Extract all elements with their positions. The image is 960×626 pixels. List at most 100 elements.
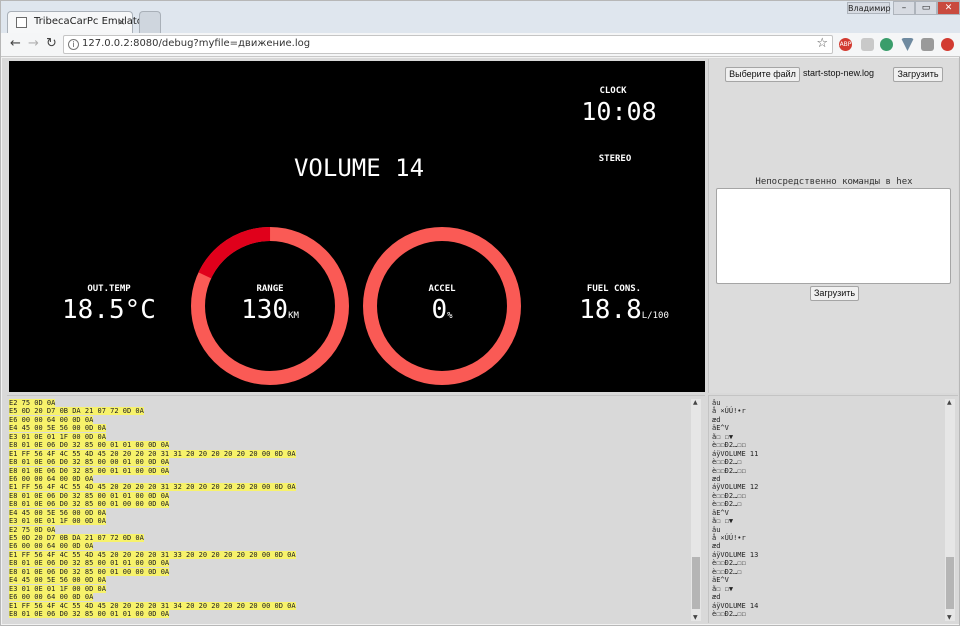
upload-hex-button[interactable]: Загрузить [810,286,859,301]
decoded-log-line: æd [712,415,721,424]
scroll-up-icon[interactable]: ▲ [947,399,952,406]
hex-log-text: E4 45 00 5E 56 00 0D 0A [9,424,106,433]
bookmark-star-icon[interactable]: ☆ [816,36,828,51]
hex-log-text: E8 01 0E 06 D0 32 85 00 01 01 00 0D 0A [9,491,170,500]
hex-log-line: E6 00 00 64 00 0D 0A [9,542,689,551]
decoded-log-line: ã☐ ☐▼ [712,517,734,526]
outtemp-label: OUT.TEMP [87,284,131,294]
page-content: CLOCK 10:08 STEREO VOLUME 14 OUT.TEMP 18… [2,58,959,624]
hex-commands-label: Непосредственно команды в hex [755,177,913,187]
hex-log-text: E5 0D 20 D7 0B DA 21 07 72 0D 0A [9,534,144,542]
back-icon[interactable]: ← [10,36,21,51]
choose-file-button[interactable]: Выберите файл [725,67,800,82]
decoded-log-line: è☐☐Ð2…☐ [712,567,742,576]
volume-display: VOLUME 14 [293,154,425,182]
hex-log-panel[interactable]: E2 75 0D 0A E5 0D 20 D7 0B DA 21 07 72 0D… [7,395,705,623]
range-label: RANGE [256,284,284,294]
hex-log-line: E4 45 00 5E 56 00 0D 0A [9,508,689,517]
hex-log-line: E8 01 0E 06 D0 32 85 00 01 00 00 0D 0A [9,567,689,576]
forward-icon[interactable]: → [28,36,39,51]
scroll-down-icon[interactable]: ▼ [693,614,698,621]
hex-log-text: E2 75 0D 0A [9,525,56,534]
control-panel: Выберите файл start-stop-new.log Загрузи… [708,59,958,393]
page-favicon-icon [16,17,27,28]
hex-log-text: E4 45 00 5E 56 00 0D 0A [9,508,106,517]
hex-log-line: E2 75 0D 0A [9,525,689,534]
decoded-log-line: ã☐ ☐▼ [712,432,734,441]
hex-log-text: E8 01 0E 06 D0 32 85 00 01 01 00 0D 0A [9,609,170,618]
upload-file-button[interactable]: Загрузить [893,67,943,82]
scroll-up-icon[interactable]: ▲ [693,399,698,406]
maximize-button[interactable]: ▭ [915,1,937,15]
decoded-log-line: è☐☐Ð2…☐☐ [712,441,746,450]
fuel-unit: L/100 [641,311,669,321]
reload-icon[interactable]: ↻ [46,36,57,51]
site-info-icon[interactable]: i [68,39,79,50]
close-window-button[interactable]: ✕ [937,1,960,15]
hex-log-line: E8 01 0E 06 D0 32 85 00 01 00 00 0D 0A [9,500,689,509]
hex-log-line: E8 01 0E 06 D0 32 85 00 01 01 00 0D 0A [9,609,689,618]
hex-scroll-thumb[interactable] [692,557,700,609]
hex-log-line: E3 01 0E 01 1F 00 0D 0A [9,432,689,441]
hex-log-text: E4 45 00 5E 56 00 0D 0A [9,576,106,585]
outtemp-value: 18.5°C [62,295,156,325]
hex-log-text: E1 FF 56 4F 4C 55 4D 45 20 20 20 20 31 3… [9,601,296,610]
hex-log-lines: E2 75 0D 0A E5 0D 20 D7 0B DA 21 07 72 0D… [9,399,689,618]
hex-log-text: E8 01 0E 06 D0 32 85 00 00 01 00 0D 0A [9,458,170,467]
tab-tribeca-emulator[interactable]: TribecaCarPc Emulator × [7,11,147,33]
hex-log-text: E6 00 00 64 00 0D 0A [9,415,94,424]
decoded-log-line: è☐☐Ð2…☐☐ [712,491,746,500]
decoded-log-line: áÿVOLUME 13 [712,550,759,559]
hex-log-text: E3 01 0E 01 1F 00 0D 0A [9,432,106,441]
hex-log-text: E6 00 00 64 00 0D 0A [9,474,94,483]
decoded-log-line: äE^V [712,576,729,585]
decoded-log-panel[interactable]: âu å ×ÚÚ!•r æd äE^V ã☐ ☐▼ è☐☐Ð2…☐☐ áÿVOLUME 11… [708,395,958,623]
hex-log-line: E5 0D 20 D7 0B DA 21 07 72 0D 0A [9,534,689,542]
accel-unit: % [447,311,453,321]
browser-window: TribecaCarPc Emulator × Владимир – ▭ ✕ ←… [0,0,960,626]
accel-label: ACCEL [428,284,456,294]
hex-log-line: E8 01 0E 06 D0 32 85 00 01 01 00 0D 0A [9,559,689,568]
decoded-log-line: äE^V [712,508,729,517]
decoded-log-line: áÿVOLUME 11 [712,449,759,458]
decoded-log-line: æd [712,593,721,602]
decoded-log-lines: âu å ×ÚÚ!•r æd äE^V ã☐ ☐▼ è☐☐Ð2…☐☐ áÿVOLUME 11… [712,399,940,618]
new-tab-button[interactable] [139,11,161,33]
adblock-icon[interactable]: ABP [839,38,852,51]
scroll-down-icon[interactable]: ▼ [947,614,952,621]
hex-log-scrollbar[interactable]: ▲ ▼ [691,399,701,621]
accel-value: 0% [392,295,492,325]
selected-file-name: start-stop-new.log [803,68,875,78]
decoded-log-line: è☐☐Ð2…☐☐ [712,559,746,568]
minimize-button[interactable]: – [893,1,915,15]
vpn-icon[interactable] [901,38,914,51]
decoded-log-line: å ×ÚÚ!•r [712,407,746,416]
decoded-log-line: âu [712,399,721,407]
hex-log-text: E6 00 00 64 00 0D 0A [9,593,94,602]
hex-log-line: E1 FF 56 4F 4C 55 4D 45 20 20 20 20 31 3… [9,550,689,559]
hex-commands-textarea[interactable] [716,188,951,284]
hex-log-line: E1 FF 56 4F 4C 55 4D 45 20 20 20 20 31 3… [9,483,689,492]
car-dashboard-display: CLOCK 10:08 STEREO VOLUME 14 OUT.TEMP 18… [9,61,705,392]
red-extension-icon[interactable] [941,38,954,51]
hex-log-text: E8 01 0E 06 D0 32 85 00 01 00 00 0D 0A [9,500,170,509]
hex-log-line: E8 01 0E 06 D0 32 85 00 01 01 00 0D 0A [9,491,689,500]
address-bar[interactable]: i 127.0.0.2:8080/debug?myfile=движение.l… [63,35,833,54]
decoded-log-line: è☐☐Ð2…☐☐ [712,466,746,475]
url-text[interactable]: 127.0.0.2:8080/debug?myfile=движение.log [82,38,310,49]
title-bar: TribecaCarPc Emulator × Владимир – ▭ ✕ [1,1,960,33]
hex-log-line: E6 00 00 64 00 0D 0A [9,415,689,424]
decoded-scroll-thumb[interactable] [946,557,954,609]
decoded-log-scrollbar[interactable]: ▲ ▼ [945,399,955,621]
profile-button[interactable]: Владимир [847,2,891,14]
hex-log-line: E6 00 00 64 00 0D 0A [9,593,689,602]
drive-icon[interactable] [880,38,893,51]
hex-log-text: E5 0D 20 D7 0B DA 21 07 72 0D 0A [9,407,144,416]
decoded-log-line: âu [712,525,721,534]
hex-log-text: E8 01 0E 06 D0 32 85 00 01 01 00 0D 0A [9,559,170,568]
pdf-icon[interactable] [861,38,874,51]
tab-close-icon[interactable]: × [117,15,126,28]
decoded-log-line: áÿVOLUME 14 [712,601,759,610]
box-icon[interactable] [921,38,934,51]
decoded-log-line: å ×ÚÚ!•r [712,534,746,542]
